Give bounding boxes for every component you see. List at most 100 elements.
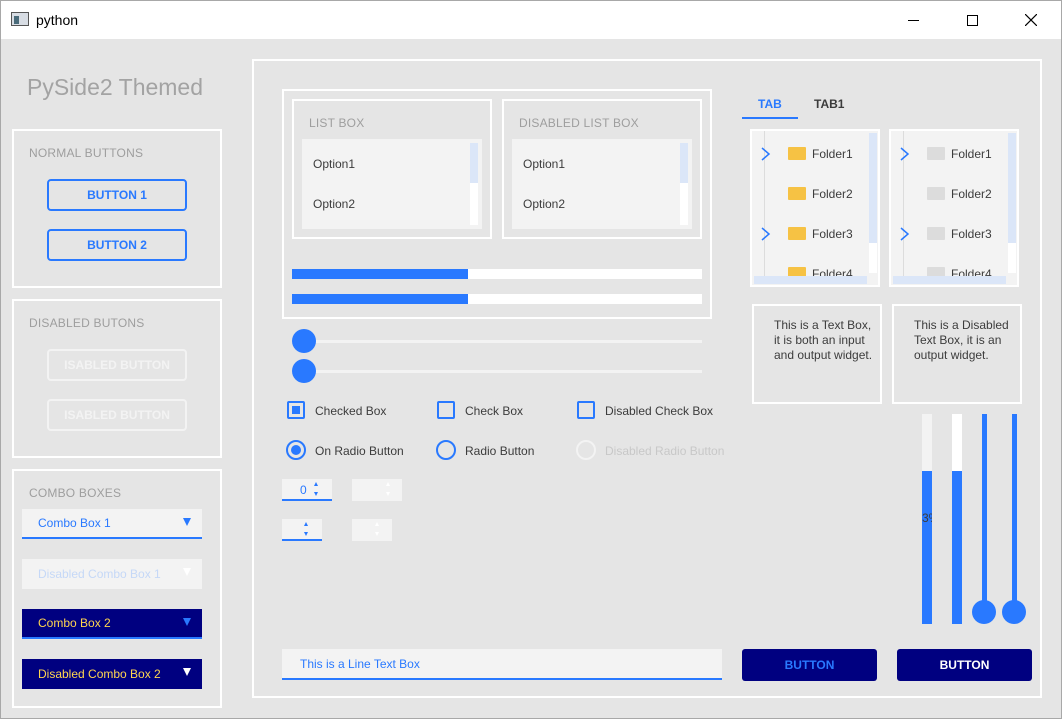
vertical-slider-1-handle[interactable] xyxy=(972,600,996,624)
tree-vscrollbar xyxy=(1008,133,1016,273)
chevron-right-icon xyxy=(900,227,910,241)
list-item[interactable]: Option2 xyxy=(313,197,355,211)
tab-tab1[interactable]: TAB1 xyxy=(814,97,844,111)
combo-box-2[interactable]: Combo Box 2 xyxy=(22,609,202,639)
window-title: python xyxy=(36,12,79,28)
disabled-combo-box-2: Disabled Combo Box 2 xyxy=(22,659,202,689)
folder-icon xyxy=(788,187,806,200)
close-icon xyxy=(1025,14,1037,26)
vertical-slider-2-track[interactable] xyxy=(1012,414,1017,612)
spin-down-icon xyxy=(386,492,390,496)
tree-item-label: Folder1 xyxy=(812,147,853,161)
tree-view[interactable]: Folder1 Folder2 Folder3 Folder4 xyxy=(750,129,880,287)
tree-item[interactable]: Folder1 xyxy=(752,144,872,164)
check-box[interactable] xyxy=(437,401,455,419)
tree-item-label: Folder3 xyxy=(812,227,853,241)
slider-2-track[interactable] xyxy=(292,370,702,373)
spin-up-icon[interactable] xyxy=(304,522,308,526)
vertical-slider-1-track[interactable] xyxy=(982,414,987,612)
tree-item-label: Folder2 xyxy=(951,187,992,201)
on-radio-button[interactable] xyxy=(286,440,306,460)
tab-tab[interactable]: TAB xyxy=(758,97,782,111)
list-item[interactable]: Option1 xyxy=(313,157,355,171)
spin-down-icon xyxy=(375,532,379,536)
list-item: Option2 xyxy=(523,197,566,211)
spin-down-icon[interactable] xyxy=(304,532,308,536)
folder-icon xyxy=(788,227,806,240)
disabled-spin-box-1 xyxy=(352,479,402,501)
spin-up-icon xyxy=(386,482,390,486)
disabled-spin-box-2 xyxy=(352,519,392,541)
disabled-radio-label: Disabled Radio Button xyxy=(605,444,725,458)
progress-bar-2-fill xyxy=(292,294,469,304)
active-tab-indicator xyxy=(742,117,798,119)
list-scrollbar[interactable] xyxy=(470,143,478,225)
checked-box[interactable] xyxy=(287,401,305,419)
line-text-box-value: This is a Line Text Box xyxy=(300,657,420,671)
dropdown-arrow-icon xyxy=(183,518,191,526)
maximize-icon xyxy=(966,14,978,26)
vertical-progress-bar-2 xyxy=(952,414,962,624)
tree-item: Folder1 xyxy=(891,144,1011,164)
spin-box-1[interactable]: 0 xyxy=(282,479,332,501)
button-1[interactable]: BUTTON 1 xyxy=(47,179,187,211)
folder-icon xyxy=(927,227,945,240)
app-window: python PySide2 Themed NORMAL BUTTONS BUT… xyxy=(0,0,1062,719)
disabled-combo-box-1-value: Disabled Combo Box 1 xyxy=(38,567,161,581)
minimize-button[interactable] xyxy=(890,1,936,39)
disabled-radio-button xyxy=(576,440,596,460)
vertical-progress-bar-1-fill xyxy=(922,470,932,624)
tree-item[interactable]: Folder3 xyxy=(752,224,872,244)
combo-box-1[interactable]: Combo Box 1 xyxy=(22,509,202,539)
slider-2-handle[interactable] xyxy=(292,359,316,383)
dropdown-arrow-icon xyxy=(183,568,191,576)
list-scrollbar xyxy=(680,143,688,225)
folder-icon xyxy=(927,147,945,160)
progress-bar-2 xyxy=(292,294,702,304)
line-text-box[interactable]: This is a Line Text Box xyxy=(282,649,722,680)
tree-hscrollbar[interactable] xyxy=(754,276,867,284)
maximize-button[interactable] xyxy=(949,1,995,39)
progress-bar-1-fill xyxy=(292,269,469,279)
folder-icon xyxy=(927,187,945,200)
vertical-progress-label: 3% xyxy=(922,511,932,525)
tree-item-label: Folder1 xyxy=(951,147,992,161)
disabled-combo-box-2-value: Disabled Combo Box 2 xyxy=(38,667,161,681)
chevron-right-icon xyxy=(900,147,910,161)
tree-item: Folder2 xyxy=(891,184,1011,204)
radio-button[interactable] xyxy=(436,440,456,460)
disabled-combo-box-1: Disabled Combo Box 1 xyxy=(22,559,202,589)
disabled-list-box-title: DISABLED LIST BOX xyxy=(519,116,639,130)
spin-up-icon[interactable] xyxy=(314,482,318,486)
dark-button-1[interactable]: BUTTON xyxy=(742,649,877,681)
app-icon xyxy=(11,12,29,26)
title-bar: python xyxy=(1,1,1061,39)
tree-item: Folder3 xyxy=(891,224,1011,244)
minimize-icon xyxy=(907,19,919,21)
spin-box-1-value: 0 xyxy=(300,483,307,497)
disabled-check-box xyxy=(577,401,595,419)
dropdown-arrow-icon xyxy=(183,618,191,626)
progress-bar-1 xyxy=(292,269,702,279)
disabled-button-1: ISABLED BUTTON xyxy=(47,349,187,381)
list-box[interactable]: Option1 Option2 xyxy=(302,139,482,229)
combo-boxes-title: COMBO BOXES xyxy=(29,486,122,500)
radio-label: Radio Button xyxy=(465,444,535,458)
folder-icon xyxy=(788,147,806,160)
vertical-slider-2-handle[interactable] xyxy=(1002,600,1026,624)
tree-item-label: Folder3 xyxy=(951,227,992,241)
tree-vscrollbar[interactable] xyxy=(869,133,877,273)
slider-1-track[interactable] xyxy=(292,340,702,343)
tree-item[interactable]: Folder2 xyxy=(752,184,872,204)
spin-box-2[interactable] xyxy=(282,519,322,541)
dark-button-2[interactable]: BUTTON xyxy=(897,649,1032,681)
text-box[interactable]: This is a Text Box, it is both an input … xyxy=(752,304,882,404)
slider-1-handle[interactable] xyxy=(292,329,316,353)
button-2[interactable]: BUTTON 2 xyxy=(47,229,187,261)
close-button[interactable] xyxy=(1008,1,1054,39)
app-heading: PySide2 Themed xyxy=(27,74,204,100)
normal-buttons-title: NORMAL BUTTONS xyxy=(29,146,144,160)
disabled-buttons-title: DISABLED BUTONS xyxy=(29,316,145,330)
spin-down-icon[interactable] xyxy=(314,492,318,496)
chevron-right-icon xyxy=(761,147,771,161)
